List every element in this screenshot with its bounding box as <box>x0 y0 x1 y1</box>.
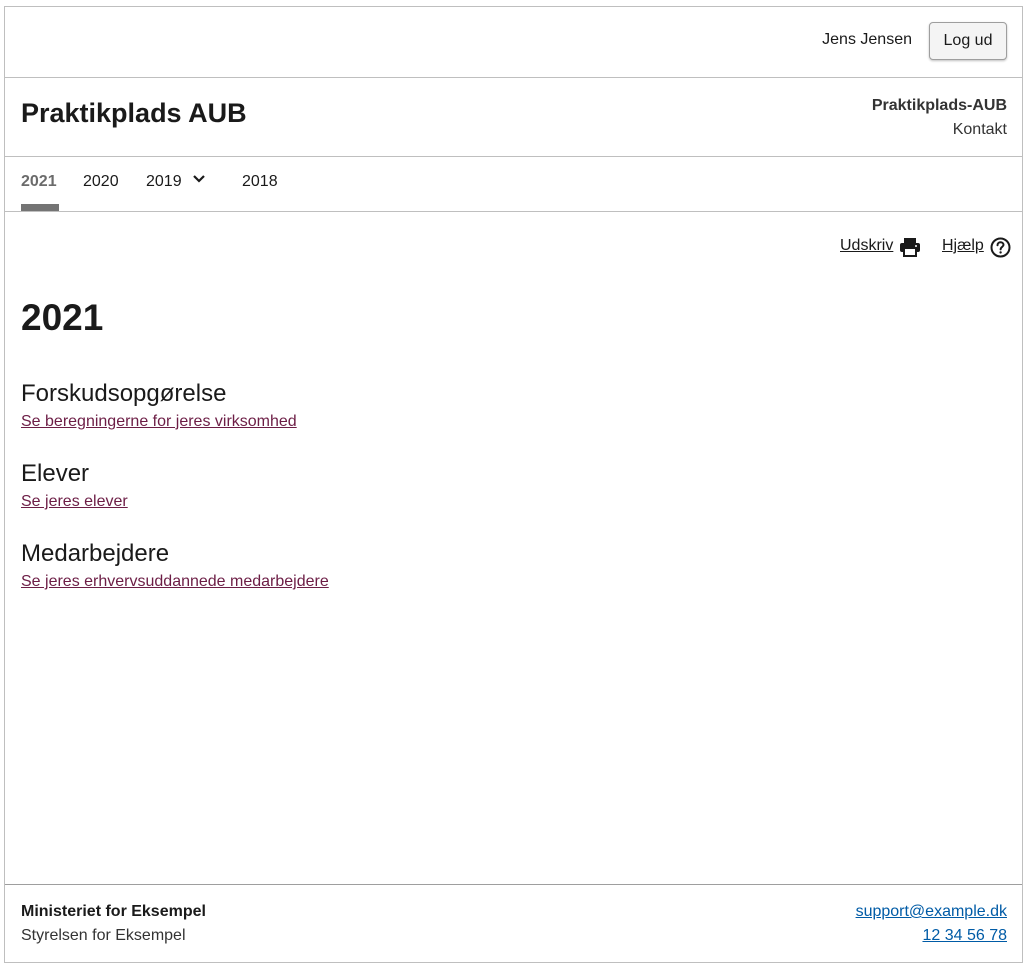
print-link[interactable]: Udskriv <box>840 237 893 255</box>
printer-icon[interactable] <box>899 237 921 262</box>
contact-link[interactable]: Kontakt <box>872 118 1007 142</box>
medarbejdere-link[interactable]: Se jeres erhvervsuddannede medarbejdere <box>21 573 329 591</box>
footer-contact: support@example.dk 12 34 56 78 <box>856 900 1007 948</box>
tab-2020[interactable]: 2020 <box>83 173 119 191</box>
help-link[interactable]: Hjælp <box>942 237 984 255</box>
ministry-name: Ministeriet for Eksempel <box>21 903 206 920</box>
support-phone-link[interactable]: 12 34 56 78 <box>856 924 1007 948</box>
year-tabs: 2021 2020 2019 2018 <box>5 157 1022 212</box>
tab-2021[interactable]: 2021 <box>21 173 57 191</box>
page-title: 2021 <box>21 297 104 338</box>
help-circle-icon[interactable] <box>990 237 1011 263</box>
site-header: Praktikplads AUB Praktikplads-AUB Kontak… <box>5 78 1022 157</box>
tab-2018[interactable]: 2018 <box>242 173 278 191</box>
chevron-down-icon <box>192 171 206 189</box>
app-title: Praktikplads AUB <box>21 98 247 128</box>
section-title-medarbejdere: Medarbejdere <box>21 540 170 567</box>
tab-2019[interactable]: 2019 <box>146 173 206 191</box>
footer-org: Ministeriet for Eksempel Styrelsen for E… <box>21 900 206 948</box>
org-name: Praktikplads-AUB <box>871 97 1007 114</box>
section-title-forskudsopgorelse: Forskudsopgørelse <box>21 380 227 407</box>
logout-button[interactable]: Log ud <box>929 22 1007 60</box>
support-email-link[interactable]: support@example.dk <box>856 900 1007 924</box>
active-tab-indicator <box>21 204 59 211</box>
site-footer: Ministeriet for Eksempel Styrelsen for E… <box>5 884 1022 963</box>
agency-name: Styrelsen for Eksempel <box>21 927 186 944</box>
tab-2019-label: 2019 <box>146 173 182 190</box>
user-bar: Jens Jensen Log ud <box>5 7 1022 78</box>
header-org-info: Praktikplads-AUB Kontakt <box>872 94 1007 142</box>
forskudsopgorelse-link[interactable]: Se beregningerne for jeres virksomhed <box>21 413 297 431</box>
section-title-elever: Elever <box>21 460 90 487</box>
elever-link[interactable]: Se jeres elever <box>21 493 128 511</box>
page-frame: Jens Jensen Log ud Praktikplads AUB Prak… <box>4 6 1023 963</box>
user-name: Jens Jensen <box>822 31 912 48</box>
